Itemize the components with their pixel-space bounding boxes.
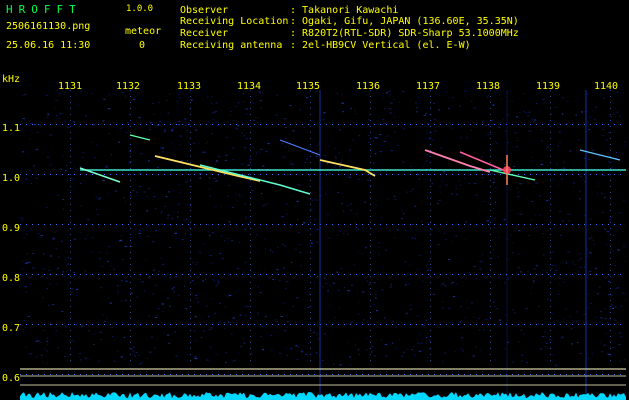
receiver-value: : R820T2(RTL-SDR) SDR-Sharp 53.1000MHz (290, 28, 519, 39)
spectrogram-plot (20, 90, 626, 400)
observer-value: : Takanori Kawachi (290, 5, 399, 16)
y-tick-label: 0.9 (2, 223, 21, 234)
meteor-count: 0 (139, 40, 146, 51)
location-label: Receiving Location (180, 16, 289, 27)
receiver-label: Receiver (180, 28, 229, 39)
y-axis-unit: kHz (2, 74, 21, 85)
y-tick-label: 0.6 (2, 373, 21, 384)
meteor-label: meteor (125, 26, 162, 37)
antenna-value: : 2el-HB9CV Vertical (el. E-W) (290, 40, 471, 51)
y-tick-label: 1.0 (2, 173, 21, 184)
y-tick-label: 0.7 (2, 323, 21, 334)
location-value: : Ogaki, Gifu, JAPAN (136.60E, 35.35N) (290, 16, 519, 27)
antenna-label: Receiving antenna (180, 40, 283, 51)
hrofft-window: HROFFT 1.0.0 2506161130.png meteor 25.06… (0, 0, 629, 400)
app-version: 1.0.0 (126, 4, 154, 14)
date-time: 25.06.16 11:30 (6, 40, 91, 51)
file-name: 2506161130.png (6, 21, 91, 32)
observer-label: Observer (180, 5, 229, 16)
app-name: HROFFT (6, 3, 82, 16)
y-tick-label: 1.1 (2, 123, 21, 134)
y-tick-label: 0.8 (2, 273, 21, 284)
